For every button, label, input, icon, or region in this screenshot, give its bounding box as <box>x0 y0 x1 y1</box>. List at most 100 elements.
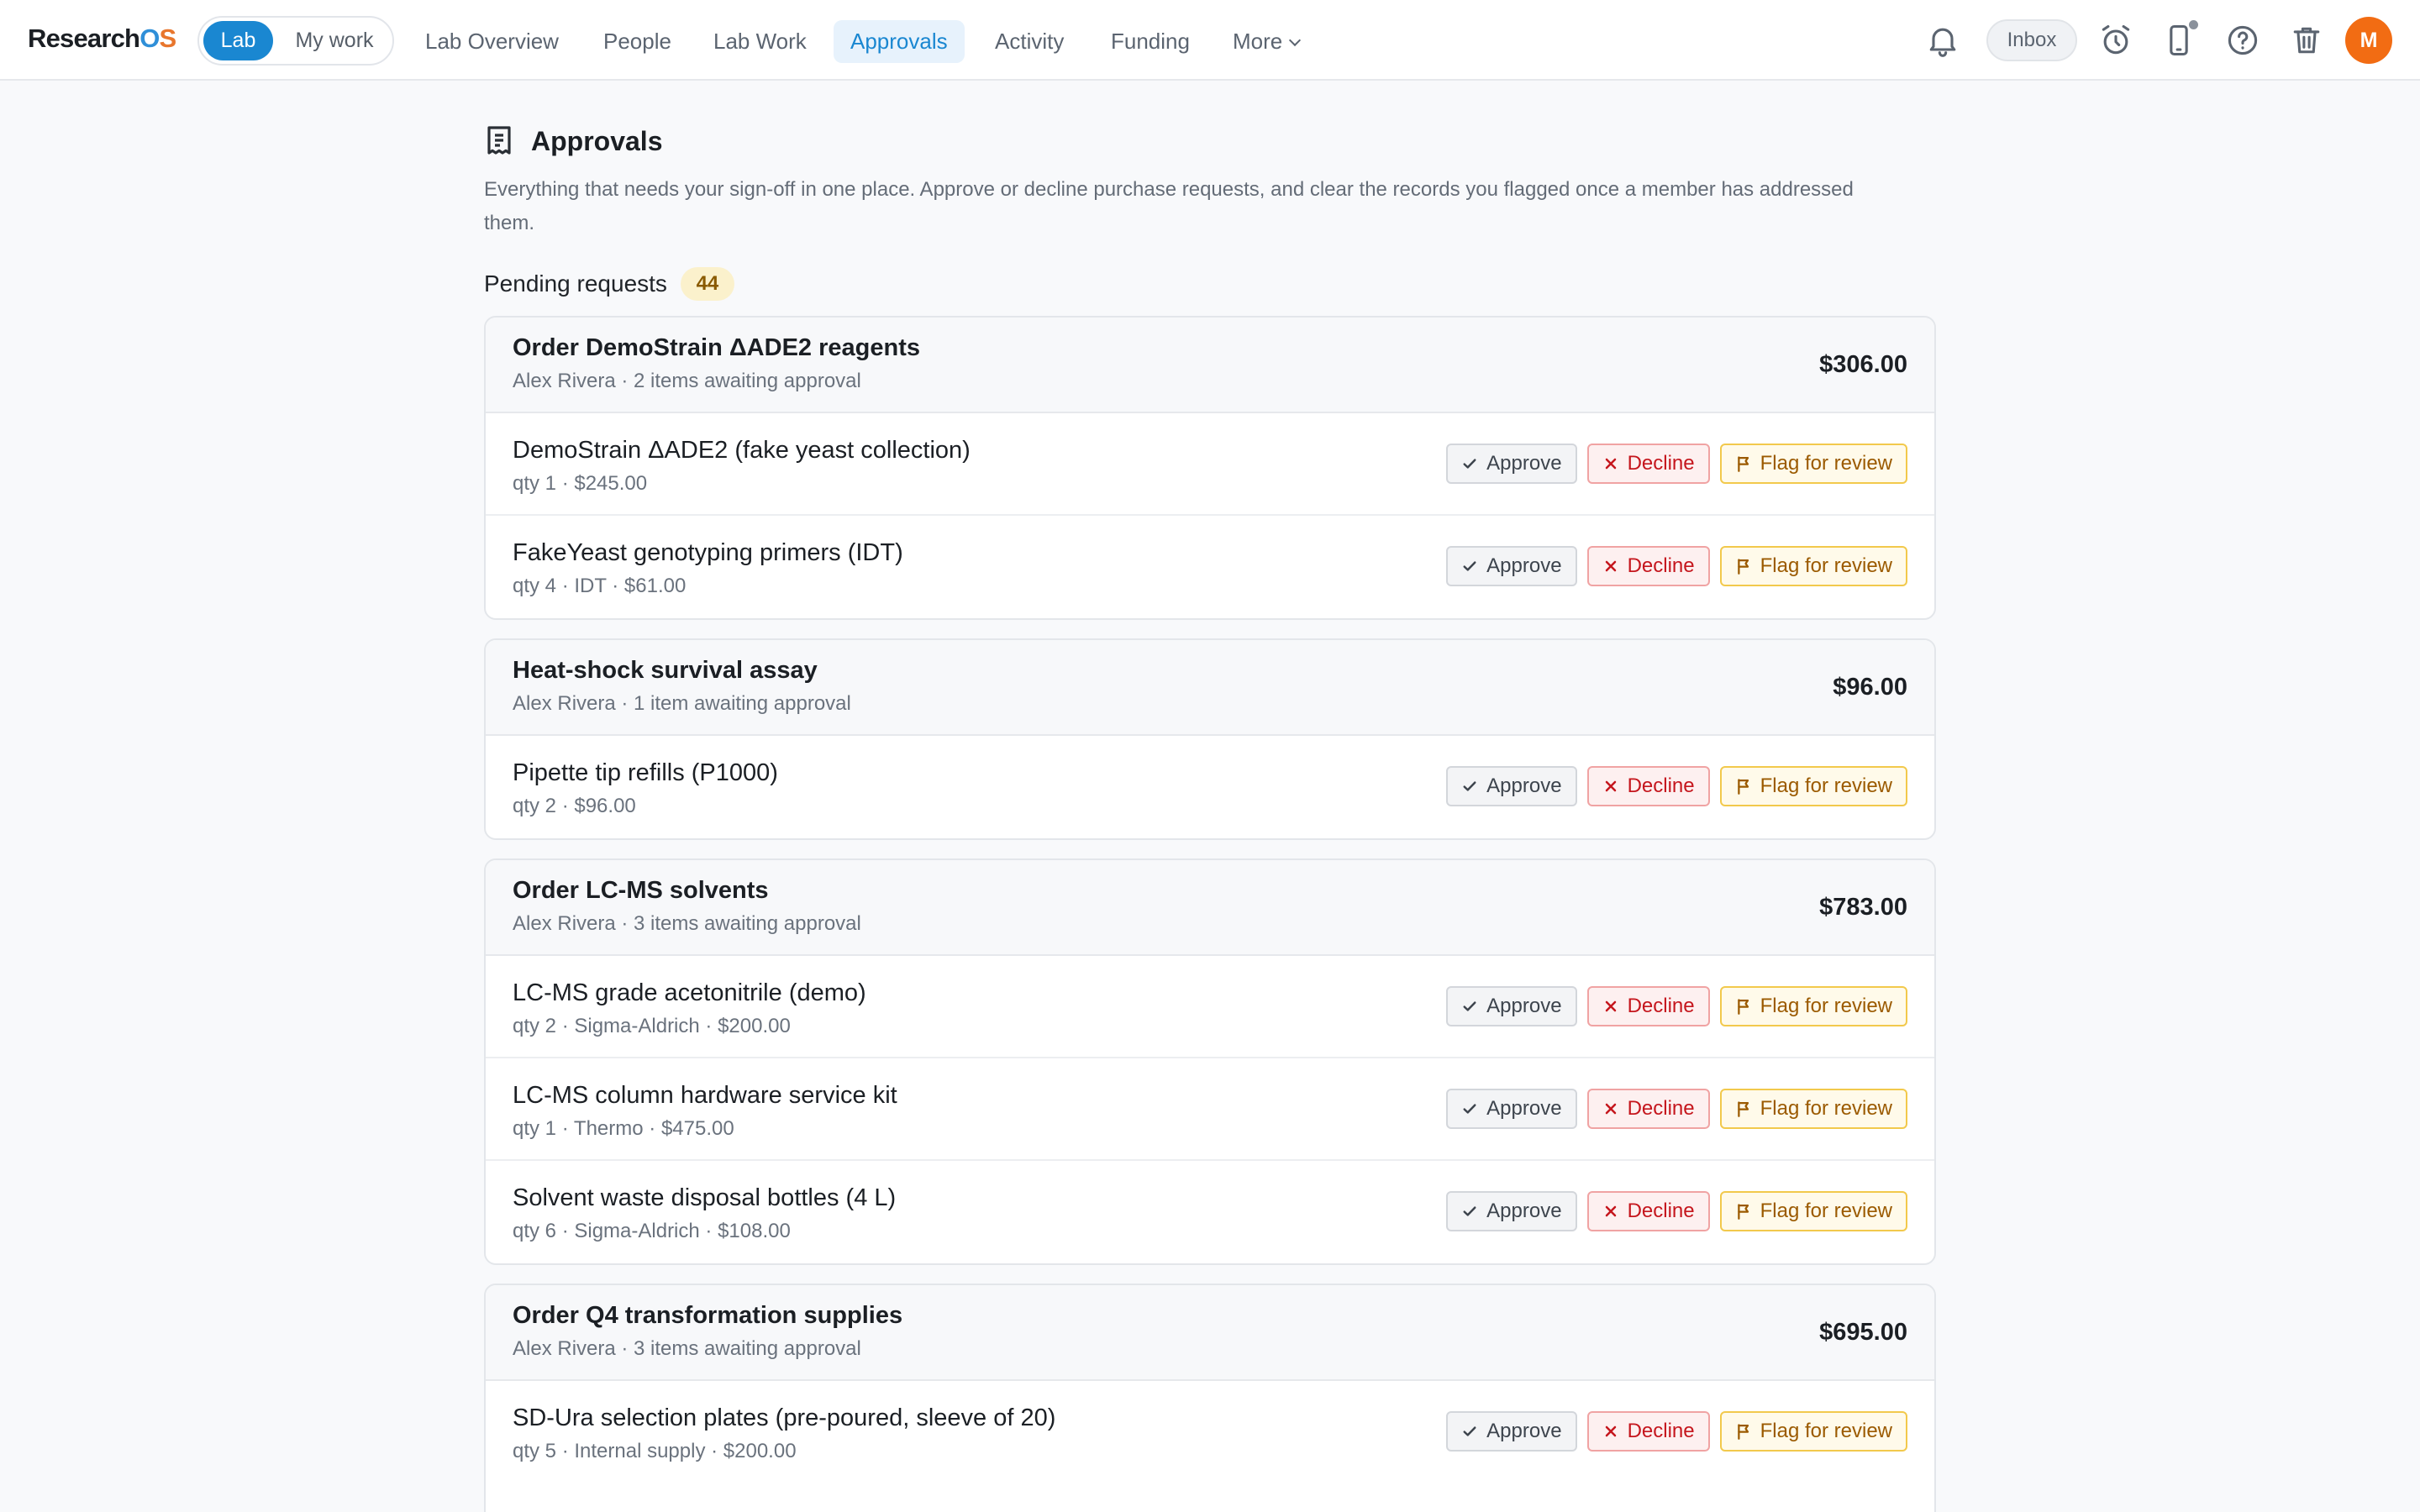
request-group: Order LC-MS solvents Alex Rivera · 3 ite… <box>484 858 1936 1265</box>
item-meta: qty 1 · Thermo · $475.00 <box>513 1117 734 1140</box>
request-item: LC-MS grade acetonitrile (demo) qty 2 · … <box>486 956 1934 1058</box>
decline-button[interactable]: Decline <box>1586 444 1710 484</box>
help-icon[interactable] <box>2224 22 2261 59</box>
avatar[interactable]: M <box>2345 17 2392 64</box>
pending-count-badge: 44 <box>680 267 734 301</box>
request-subtitle: Alex Rivera · 2 items awaiting approval <box>513 370 861 392</box>
item-actions: Approve Decline Flag for review <box>1446 1191 1907 1233</box>
decline-button[interactable]: Decline <box>1586 1411 1710 1452</box>
x-icon <box>1605 458 1616 470</box>
flag-label: Flag for review <box>1760 774 1892 797</box>
decline-label: Decline <box>1627 774 1695 797</box>
approve-button[interactable]: Approve <box>1446 766 1577 806</box>
flag-icon <box>1737 1101 1749 1117</box>
flag-for-review-button[interactable]: Flag for review <box>1719 1191 1907 1231</box>
nav-lab-work[interactable]: Lab Work <box>697 20 823 63</box>
request-item: FakeYeast genotyping primers (IDT) qty 4… <box>486 516 1934 618</box>
check-icon <box>1463 1001 1476 1011</box>
approve-button[interactable]: Approve <box>1446 1191 1577 1231</box>
flag-for-review-button[interactable]: Flag for review <box>1719 546 1907 586</box>
decline-label: Decline <box>1627 1420 1695 1442</box>
request-subtitle: Alex Rivera · 3 items awaiting approval <box>513 912 861 935</box>
flag-for-review-button[interactable]: Flag for review <box>1719 766 1907 806</box>
approve-button[interactable]: Approve <box>1446 986 1577 1026</box>
flag-for-review-button[interactable]: Flag for review <box>1719 1089 1907 1129</box>
decline-button[interactable]: Decline <box>1586 766 1710 806</box>
inbox-button[interactable]: Inbox <box>1986 19 2077 61</box>
decline-button[interactable]: Decline <box>1586 986 1710 1026</box>
approve-label: Approve <box>1486 1420 1562 1442</box>
nav-activity[interactable]: Activity <box>978 20 1081 63</box>
page-title: Approvals <box>531 125 663 156</box>
request-title: Order DemoStrain ΔADE2 reagents <box>513 334 920 361</box>
scope-my-work-button[interactable]: My work <box>279 21 390 60</box>
item-name: LC-MS column hardware service kit <box>513 1082 897 1109</box>
item-actions: Approve Decline Flag for review <box>1446 1089 1907 1131</box>
item-meta: qty 4 · IDT · $61.00 <box>513 575 687 597</box>
alarm-clock-icon[interactable] <box>2097 22 2134 59</box>
notification-dot <box>2187 18 2200 31</box>
flag-for-review-button[interactable]: Flag for review <box>1719 986 1907 1026</box>
item-name: Solvent waste disposal bottles (4 L) <box>513 1184 897 1211</box>
flag-icon <box>1737 779 1749 795</box>
approve-button[interactable]: Approve <box>1446 444 1577 484</box>
page-title-row: Approvals <box>484 124 1936 158</box>
x-icon <box>1605 780 1616 792</box>
app-logo[interactable]: ResearchOS <box>28 24 176 54</box>
decline-button[interactable]: Decline <box>1586 1191 1710 1231</box>
trash-icon[interactable] <box>2288 22 2325 59</box>
approve-label: Approve <box>1486 452 1562 475</box>
approve-button[interactable]: Approve <box>1446 1411 1577 1452</box>
approve-button[interactable]: Approve <box>1446 546 1577 586</box>
approve-label: Approve <box>1486 1200 1562 1222</box>
decline-label: Decline <box>1627 452 1695 475</box>
item-name: Pipette tip refills (P1000) <box>513 759 778 786</box>
request-title: Heat-shock survival assay <box>513 657 818 684</box>
request-group-header[interactable]: Order DemoStrain ΔADE2 reagents Alex Riv… <box>486 318 1934 413</box>
scope-lab-button[interactable]: Lab <box>203 21 273 60</box>
check-icon <box>1463 561 1476 571</box>
approve-label: Approve <box>1486 774 1562 797</box>
item-name: FakeYeast genotyping primers (IDT) <box>513 539 903 566</box>
item-actions: Approve Decline Flag for review <box>1446 766 1907 808</box>
request-item: DemoStrain ΔADE2 (fake yeast collection)… <box>486 413 1934 516</box>
nav-more-menu[interactable]: More <box>1216 20 1316 63</box>
request-amount: $783.00 <box>1819 894 1907 921</box>
request-item: Pipette tip refills (P1000) qty 2 · $96.… <box>486 736 1934 838</box>
request-item: Solvent waste disposal bottles (4 L) qty… <box>486 1161 1934 1263</box>
request-subtitle: Alex Rivera · 3 items awaiting approval <box>513 1337 861 1360</box>
chevron-down-icon <box>1289 34 1302 47</box>
approve-label: Approve <box>1486 1097 1562 1120</box>
decline-button[interactable]: Decline <box>1586 546 1710 586</box>
request-group-header[interactable]: Heat-shock survival assay Alex Rivera · … <box>486 640 1934 736</box>
nav-approvals[interactable]: Approvals <box>834 20 965 63</box>
item-actions: Approve Decline Flag for review <box>1446 1411 1907 1453</box>
flag-for-review-button[interactable]: Flag for review <box>1719 1411 1907 1452</box>
nav-people[interactable]: People <box>587 20 688 63</box>
decline-button[interactable]: Decline <box>1586 1089 1710 1129</box>
pending-requests-label: Pending requests <box>484 270 667 297</box>
flag-label: Flag for review <box>1760 1097 1892 1120</box>
pending-requests-header: Pending requests 44 <box>484 267 734 301</box>
approve-button[interactable]: Approve <box>1446 1089 1577 1129</box>
request-group-header[interactable]: Order Q4 transformation supplies Alex Ri… <box>486 1285 1934 1381</box>
request-group: Order Q4 transformation supplies Alex Ri… <box>484 1284 1936 1512</box>
request-item: SD-Ura selection plates (pre-poured, sle… <box>486 1381 1934 1483</box>
nav-funding[interactable]: Funding <box>1094 20 1207 63</box>
nav-more-label: More <box>1233 29 1283 54</box>
item-meta: qty 1 · $245.00 <box>513 472 648 495</box>
item-name: DemoStrain ΔADE2 (fake yeast collection) <box>513 437 971 464</box>
decline-label: Decline <box>1627 995 1695 1017</box>
flag-label: Flag for review <box>1760 995 1892 1017</box>
bell-icon[interactable] <box>1924 22 1961 59</box>
x-icon <box>1605 1425 1616 1437</box>
x-icon <box>1605 1103 1616 1115</box>
decline-label: Decline <box>1627 1097 1695 1120</box>
request-group-header[interactable]: Order LC-MS solvents Alex Rivera · 3 ite… <box>486 860 1934 956</box>
nav-lab-overview[interactable]: Lab Overview <box>408 20 576 63</box>
flag-label: Flag for review <box>1760 452 1892 475</box>
flag-label: Flag for review <box>1760 1420 1892 1442</box>
scope-switcher: Lab My work <box>197 16 394 66</box>
approve-label: Approve <box>1486 995 1562 1017</box>
flag-for-review-button[interactable]: Flag for review <box>1719 444 1907 484</box>
